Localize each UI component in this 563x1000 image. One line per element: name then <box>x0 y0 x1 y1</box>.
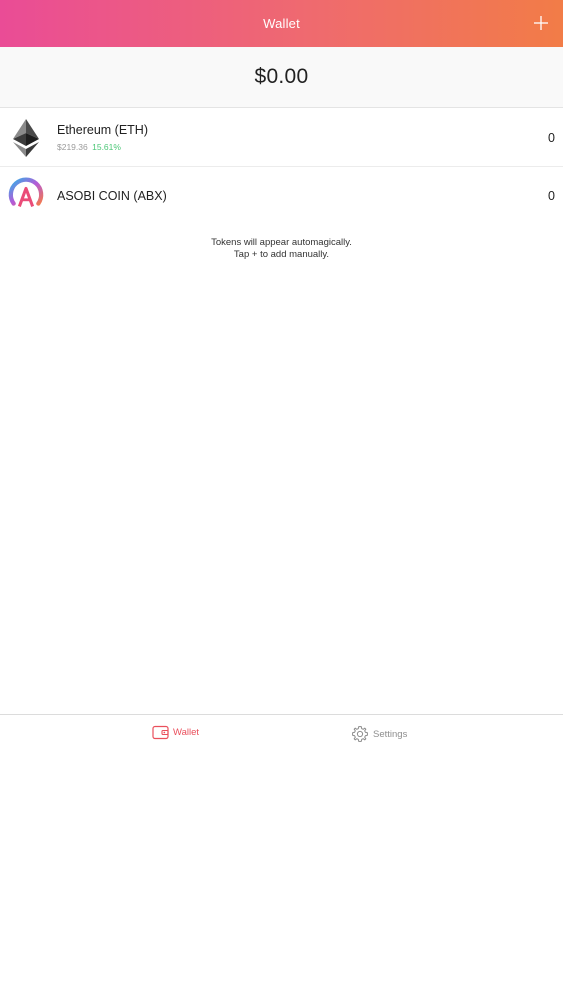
token-amount: 0 <box>548 130 555 145</box>
tab-bar: Wallet Settings <box>0 714 563 752</box>
app-header: Wallet <box>0 0 563 47</box>
token-price-line: $219.36 15.61% <box>57 142 148 152</box>
token-info: ASOBI COIN (ABX) <box>57 189 167 203</box>
asobi-coin-icon <box>8 176 44 216</box>
hint-line-1: Tokens will appear automagically. <box>211 237 352 248</box>
tab-label: Settings <box>373 728 408 740</box>
token-change: 15.61% <box>92 142 121 152</box>
tab-settings[interactable]: Settings <box>351 725 407 743</box>
add-token-button[interactable] <box>529 11 553 35</box>
token-info: Ethereum (ETH) $219.36 15.61% <box>57 123 148 152</box>
plus-icon <box>534 16 548 30</box>
ethereum-icon <box>8 118 44 158</box>
token-price: $219.36 <box>57 142 88 152</box>
gear-icon <box>351 725 369 743</box>
token-name: ASOBI COIN (ABX) <box>57 189 167 203</box>
token-row-abx[interactable]: ASOBI COIN (ABX) 0 <box>0 168 563 224</box>
tab-label: Wallet <box>173 727 200 738</box>
hint-line-2: Tap + to add manually. <box>233 248 330 260</box>
wallet-icon <box>152 725 169 740</box>
token-name: Ethereum (ETH) <box>57 123 148 137</box>
empty-hint: Tokens will appear automagically. Tap + … <box>0 237 563 260</box>
tab-wallet[interactable]: Wallet <box>152 725 199 740</box>
total-balance: $0.00 <box>254 65 309 88</box>
balance-summary: $0.00 <box>0 47 563 108</box>
token-amount: 0 <box>548 189 555 203</box>
token-row-eth[interactable]: Ethereum (ETH) $219.36 15.61% 0 <box>0 109 563 167</box>
page-title: Wallet <box>263 16 300 31</box>
wallet-app: Wallet $0.00 Ethereum (ETH) $219.36 15.6… <box>0 0 563 1000</box>
